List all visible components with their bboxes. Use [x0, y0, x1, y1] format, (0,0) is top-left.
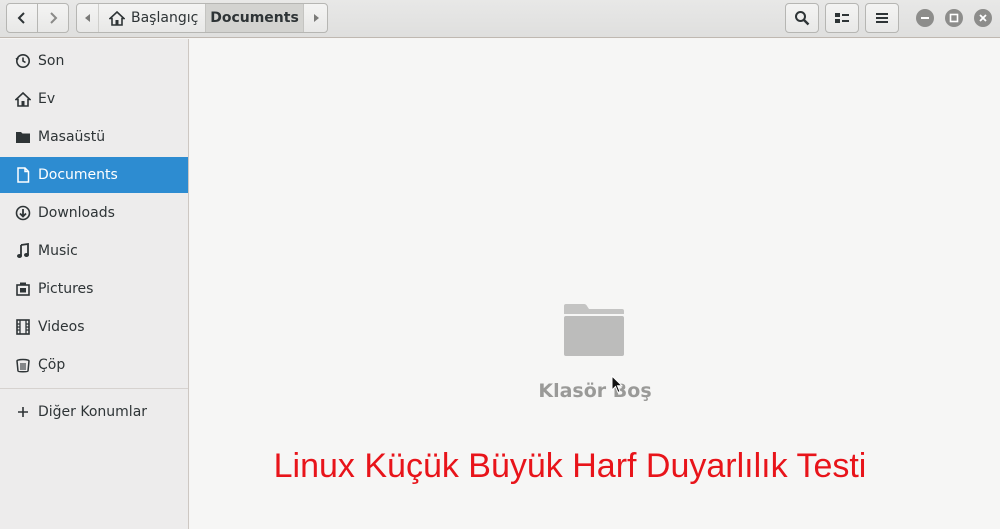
minimize-icon: [921, 17, 929, 19]
menu-button[interactable]: [865, 3, 899, 33]
search-icon: [795, 11, 810, 26]
triangle-left-icon: [84, 14, 90, 22]
trash-icon: [14, 356, 32, 374]
breadcrumb: Başlangıç Documents: [76, 3, 328, 33]
header-bar: Başlangıç Documents: [0, 0, 1000, 38]
breadcrumb-home-label: Başlangıç: [131, 10, 199, 26]
plus-icon: [14, 403, 32, 421]
hamburger-menu-icon: [876, 13, 888, 23]
clock-icon: [14, 52, 32, 70]
sidebar-item-home[interactable]: Ev: [0, 81, 188, 117]
sidebar-item-label: Downloads: [38, 205, 115, 221]
sidebar-item-trash[interactable]: Çöp: [0, 347, 188, 383]
mouse-cursor-icon: [611, 375, 623, 394]
sidebar-item-label: Son: [38, 53, 65, 69]
sidebar-item-label: Masaüstü: [38, 129, 106, 145]
empty-folder-label: Klasör Boş: [538, 380, 652, 402]
sidebar-item-label: Documents: [38, 167, 118, 183]
chevron-left-icon: [17, 12, 25, 24]
sidebar-item-music[interactable]: Music: [0, 233, 188, 269]
download-icon: [14, 204, 32, 222]
sidebar-item-pictures[interactable]: Pictures: [0, 271, 188, 307]
close-button[interactable]: [974, 9, 992, 27]
chevron-right-icon: [50, 12, 58, 24]
music-icon: [14, 242, 32, 260]
sidebar-item-documents[interactable]: Documents: [0, 157, 188, 193]
pictures-icon: [14, 280, 32, 298]
film-icon: [14, 318, 32, 336]
sidebar-item-desktop[interactable]: Masaüstü: [0, 119, 188, 155]
forward-button[interactable]: [37, 3, 69, 33]
navigation-buttons: [6, 3, 70, 33]
sidebar-item-label: Çöp: [38, 357, 66, 373]
sidebar-item-other-locations[interactable]: Diğer Konumlar: [0, 394, 188, 430]
home-icon: [14, 90, 32, 108]
folder-icon: [14, 128, 32, 146]
close-icon: [979, 14, 987, 22]
list-view-icon: [835, 13, 849, 23]
breadcrumb-scroll-left[interactable]: [77, 4, 99, 32]
maximize-icon: [949, 13, 959, 23]
breadcrumb-current-label: Documents: [210, 10, 299, 26]
back-button[interactable]: [6, 3, 38, 33]
file-view[interactable]: Klasör Boş Linux Küçük Büyük Harf Duyarl…: [190, 39, 1000, 529]
sidebar-item-label: Videos: [38, 319, 85, 335]
search-button[interactable]: [785, 3, 819, 33]
sidebar-item-label: Music: [38, 243, 78, 259]
sidebar-divider: [0, 388, 188, 389]
breadcrumb-home[interactable]: Başlangıç: [99, 4, 206, 32]
view-toggle-button[interactable]: [825, 3, 859, 33]
sidebar-item-label: Pictures: [38, 281, 94, 297]
document-icon: [14, 166, 32, 184]
empty-folder-icon: [564, 304, 624, 356]
sidebar-item-label: Ev: [38, 91, 56, 107]
breadcrumb-scroll-right[interactable]: [304, 4, 327, 32]
maximize-button[interactable]: [945, 9, 963, 27]
overlay-caption: Linux Küçük Büyük Harf Duyarlılık Testi: [273, 447, 867, 485]
minimize-button[interactable]: [916, 9, 934, 27]
home-icon: [109, 10, 125, 26]
sidebar-item-downloads[interactable]: Downloads: [0, 195, 188, 231]
triangle-right-icon: [313, 14, 319, 22]
sidebar: Son Ev Masaüstü Documents Downloads Musi…: [0, 39, 189, 529]
sidebar-item-recent[interactable]: Son: [0, 43, 188, 79]
breadcrumb-current[interactable]: Documents: [206, 4, 304, 32]
sidebar-item-videos[interactable]: Videos: [0, 309, 188, 345]
sidebar-item-label: Diğer Konumlar: [38, 404, 148, 420]
